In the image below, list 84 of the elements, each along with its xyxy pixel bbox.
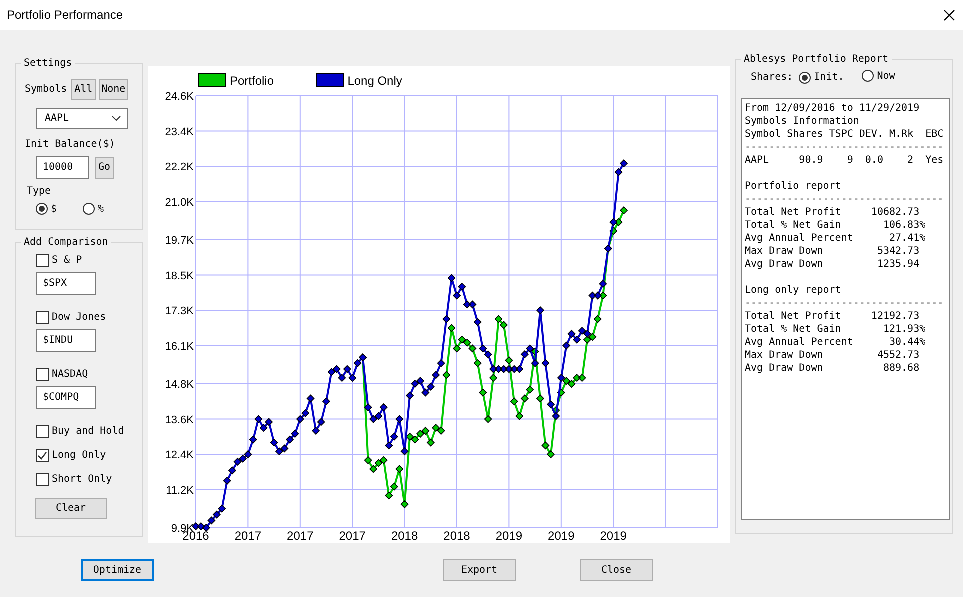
x-axis-label: 2019 — [496, 529, 523, 543]
report-line: Symbol Shares TSPC DEV. M.Rk EBC — [745, 128, 945, 141]
report-line: --------------------------------- — [745, 141, 945, 154]
x-axis-label: 2018 — [444, 529, 470, 543]
radio-label: Now — [877, 70, 896, 82]
radio-label: $ — [51, 204, 58, 214]
checkbox-label: Long Only — [52, 450, 106, 461]
checkbox[interactable] — [36, 311, 49, 324]
group-title: Add Comparison — [23, 237, 110, 248]
field-label: Shares: — [751, 72, 794, 83]
checkbox-label: Short Only — [52, 474, 112, 485]
y-axis-label: 12.4K — [165, 450, 194, 462]
report-line: --------------------------------- — [745, 193, 945, 206]
go-button[interactable]: Go — [95, 156, 114, 178]
balance-field[interactable]: 10000 — [36, 156, 89, 179]
report-line: Total Net Profit 10682.73 — [745, 206, 921, 219]
y-axis-label: 19.7K — [165, 235, 194, 247]
report-line: Total Net Profit 12192.73 — [745, 310, 921, 323]
checkbox[interactable] — [36, 254, 49, 267]
y-axis-label: 21.0K — [165, 196, 194, 209]
x-axis-label: 2019 — [548, 529, 575, 543]
field-label: Symbols — [25, 84, 68, 95]
checkbox-label: NASDAQ — [52, 369, 88, 380]
none-button[interactable]: None — [99, 79, 128, 100]
checkbox-label: Dow Jones — [52, 312, 106, 323]
symbol-field[interactable]: $INDU — [36, 329, 96, 352]
symbol-field[interactable]: $SPX — [36, 272, 96, 295]
y-axis-label: 22.2K — [165, 162, 194, 174]
window-title: Portfolio Performance — [7, 8, 124, 22]
y-axis-label: 18.5K — [165, 270, 194, 282]
report-line: Symbols Information — [745, 115, 860, 128]
report-line: Avg Annual Percent 27.41% — [745, 232, 927, 245]
report-line: Avg Draw Down 889.68 — [745, 362, 921, 375]
report-line: Portfolio report — [745, 180, 842, 193]
dialog-button[interactable]: Close — [580, 559, 653, 581]
checkbox[interactable] — [36, 368, 49, 381]
symbol-dropdown[interactable]: AAPL — [36, 108, 128, 129]
report-line: Total % Net Gain 106.83% — [745, 219, 927, 232]
x-axis-label: 2017 — [339, 529, 366, 543]
report-line: Avg Annual Percent 30.44% — [745, 336, 927, 349]
y-axis-label: 24.6K — [165, 91, 194, 103]
checkbox[interactable] — [36, 473, 49, 486]
y-axis-label: 13.6K — [165, 414, 194, 426]
x-axis-label: 2017 — [287, 529, 314, 543]
clear-button[interactable]: Clear — [35, 498, 107, 519]
dialog-button[interactable]: Optimize — [81, 559, 154, 581]
report-line: AAPL 90.9 9 0.0 2 Yes — [745, 154, 945, 167]
y-axis-label: 17.3K — [165, 306, 194, 318]
y-axis-label: 16.1K — [165, 340, 194, 353]
radio-button[interactable] — [83, 203, 96, 215]
y-axis-label: 23.4K — [165, 126, 194, 138]
radio-label: Init. — [814, 72, 844, 83]
y-axis-label: 11.2K — [166, 484, 194, 497]
checkbox[interactable] — [36, 425, 49, 438]
checkbox-label: S & P — [52, 255, 82, 266]
radio-label: % — [98, 204, 104, 214]
group-title: Ablesys Portfolio Report — [743, 54, 890, 65]
report-line: Avg Draw Down 1235.94 — [745, 258, 921, 271]
field-label: Type — [27, 186, 52, 197]
report-line: From 12/09/2016 to 11/29/2019 — [745, 102, 921, 115]
report-line: Max Draw Down 4552.73 — [745, 349, 921, 362]
group-title: Settings — [23, 58, 74, 69]
checkbox[interactable] — [36, 449, 49, 462]
report-line: Max Draw Down 5342.73 — [745, 245, 921, 258]
symbol-field[interactable]: $COMPQ — [36, 386, 96, 409]
x-axis-label: 2019 — [600, 529, 627, 543]
checkbox-label: Buy and Hold — [52, 426, 124, 437]
close-icon[interactable] — [944, 10, 955, 20]
y-axis-label: 14.8K — [165, 379, 194, 391]
dialog-button[interactable]: Export — [443, 559, 516, 581]
legend-label: Portfolio — [230, 74, 274, 88]
radio-button[interactable] — [36, 203, 48, 215]
radio-button[interactable] — [799, 72, 812, 84]
x-axis-label: 2018 — [391, 529, 418, 543]
x-axis-label: 2017 — [234, 529, 262, 543]
field-label: Init Balance($) — [25, 139, 116, 150]
legend-label: Long Only — [348, 74, 402, 88]
report-line: Long only report — [745, 284, 842, 297]
report-line: Total % Net Gain 121.93% — [745, 323, 927, 336]
chevron-icon — [112, 116, 121, 121]
radio-button[interactable] — [862, 70, 874, 82]
report-line: --------------------------------- — [745, 297, 945, 310]
check-icon — [38, 452, 47, 460]
all-button[interactable]: All — [71, 79, 96, 100]
